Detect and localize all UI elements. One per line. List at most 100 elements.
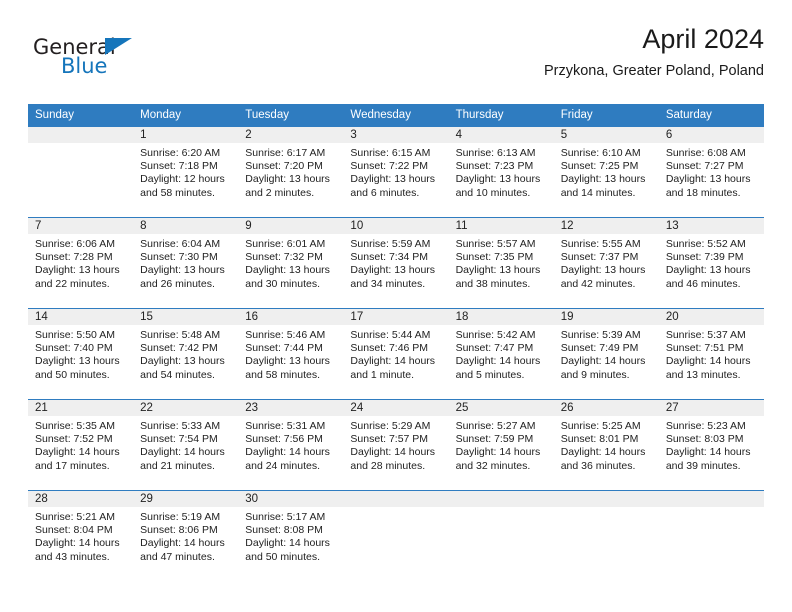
- calendar-week-row: 28 Sunrise: 5:21 AM Sunset: 8:04 PM Dayligh…: [28, 490, 764, 581]
- day-cell[interactable]: 6 Sunrise: 6:08 AM Sunset: 7:27 PM Daylight…: [658, 127, 764, 217]
- daylight-text: Daylight: 13 hours and 6 minutes.: [350, 173, 436, 199]
- day-details: Sunrise: 5:57 AM Sunset: 7:35 PM Daylight:…: [449, 234, 554, 291]
- calendar-cell: 27 Sunrise: 5:23 AM Sunset: 8:03 PM Dayligh…: [658, 399, 764, 491]
- day-cell[interactable]: 1 Sunrise: 6:20 AM Sunset: 7:18 PM Daylight…: [133, 127, 239, 217]
- sunset-text: Sunset: 7:57 PM: [350, 433, 429, 446]
- day-details: Sunrise: 6:01 AM Sunset: 7:32 PM Daylight:…: [238, 234, 343, 291]
- day-details: Sunrise: 5:39 AM Sunset: 7:49 PM Daylight:…: [554, 325, 659, 382]
- daylight-text: Daylight: 13 hours and 42 minutes.: [560, 264, 646, 290]
- day-details: Sunrise: 5:23 AM Sunset: 8:03 PM Daylight:…: [659, 416, 764, 473]
- sunrise-text: Sunrise: 5:19 AM: [140, 511, 221, 523]
- day-cell[interactable]: 20 Sunrise: 5:37 AM Sunset: 7:51 PM Dayligh…: [658, 309, 764, 399]
- day-cell[interactable]: 12 Sunrise: 5:55 AM Sunset: 7:37 PM Dayligh…: [553, 218, 659, 308]
- day-cell[interactable]: 28 Sunrise: 5:21 AM Sunset: 8:04 PM Dayligh…: [28, 491, 134, 581]
- day-cell[interactable]: 25 Sunrise: 5:27 AM Sunset: 7:59 PM Dayligh…: [448, 400, 554, 490]
- day-number: 20: [658, 309, 764, 325]
- sunrise-text: Sunrise: 5:37 AM: [665, 329, 746, 341]
- day-cell[interactable]: 26 Sunrise: 5:25 AM Sunset: 8:01 PM Dayligh…: [553, 400, 659, 490]
- day-cell[interactable]: 21 Sunrise: 5:35 AM Sunset: 7:52 PM Dayligh…: [28, 400, 134, 490]
- sunrise-text: Sunrise: 5:55 AM: [560, 238, 641, 250]
- day-cell[interactable]: 5 Sunrise: 6:10 AM Sunset: 7:25 PM Daylight…: [553, 127, 659, 217]
- day-cell[interactable]: 13 Sunrise: 5:52 AM Sunset: 7:39 PM Dayligh…: [658, 218, 764, 308]
- day-cell[interactable]: 27 Sunrise: 5:23 AM Sunset: 8:03 PM Dayligh…: [658, 400, 764, 490]
- day-cell[interactable]: 24 Sunrise: 5:29 AM Sunset: 7:57 PM Dayligh…: [343, 400, 449, 490]
- day-cell[interactable]: 8 Sunrise: 6:04 AM Sunset: 7:30 PM Daylight…: [133, 218, 239, 308]
- daylight-text: Daylight: 14 hours and 9 minutes.: [560, 355, 646, 381]
- day-details: Sunrise: 5:42 AM Sunset: 7:47 PM Daylight:…: [449, 325, 554, 382]
- sunrise-text: Sunrise: 6:20 AM: [140, 147, 221, 159]
- sunset-text: Sunset: 8:03 PM: [665, 433, 744, 446]
- weekday-header-saturday: Saturday: [658, 104, 764, 127]
- sunrise-text: Sunrise: 5:29 AM: [350, 420, 431, 432]
- calendar-cell: 20 Sunrise: 5:37 AM Sunset: 7:51 PM Dayligh…: [658, 308, 764, 400]
- day-cell[interactable]: 17 Sunrise: 5:44 AM Sunset: 7:46 PM Dayligh…: [343, 309, 449, 399]
- sunset-text: Sunset: 7:39 PM: [665, 251, 744, 264]
- day-cell[interactable]: 2 Sunrise: 6:17 AM Sunset: 7:20 PM Daylight…: [238, 127, 344, 217]
- day-cell[interactable]: 10 Sunrise: 5:59 AM Sunset: 7:34 PM Dayligh…: [343, 218, 449, 308]
- sunrise-text: Sunrise: 5:39 AM: [560, 329, 641, 341]
- daylight-text: Daylight: 13 hours and 46 minutes.: [665, 264, 751, 290]
- sunset-text: Sunset: 7:59 PM: [455, 433, 534, 446]
- day-cell-empty: [448, 491, 554, 581]
- day-details: Sunrise: 6:15 AM Sunset: 7:22 PM Daylight:…: [343, 143, 448, 200]
- sunset-text: Sunset: 7:20 PM: [245, 160, 323, 173]
- day-number: 5: [553, 127, 659, 143]
- weekday-header-monday: Monday: [133, 104, 239, 127]
- daylight-text: Daylight: 14 hours and 17 minutes.: [35, 446, 120, 472]
- sunrise-text: Sunrise: 5:42 AM: [455, 329, 536, 341]
- daylight-text: Daylight: 14 hours and 5 minutes.: [455, 355, 541, 381]
- sunrise-text: Sunrise: 5:57 AM: [455, 238, 536, 250]
- day-cell[interactable]: 30 Sunrise: 5:17 AM Sunset: 8:08 PM Dayligh…: [238, 491, 344, 581]
- day-number: 16: [238, 309, 344, 325]
- sunrise-text: Sunrise: 6:01 AM: [245, 238, 326, 250]
- day-cell[interactable]: 19 Sunrise: 5:39 AM Sunset: 7:49 PM Dayligh…: [553, 309, 659, 399]
- sunrise-text: Sunrise: 5:48 AM: [140, 329, 221, 341]
- day-cell[interactable]: 15 Sunrise: 5:48 AM Sunset: 7:42 PM Dayligh…: [133, 309, 239, 399]
- day-details: Sunrise: 6:10 AM Sunset: 7:25 PM Daylight:…: [554, 143, 659, 200]
- daylight-text: Daylight: 13 hours and 58 minutes.: [245, 355, 330, 381]
- day-cell[interactable]: 11 Sunrise: 5:57 AM Sunset: 7:35 PM Dayligh…: [448, 218, 554, 308]
- sunset-text: Sunset: 8:06 PM: [140, 524, 218, 537]
- sunset-text: Sunset: 7:49 PM: [560, 342, 639, 355]
- sunrise-text: Sunrise: 6:15 AM: [350, 147, 431, 159]
- weekday-header-sunday: Sunday: [28, 104, 134, 127]
- sunrise-text: Sunrise: 5:31 AM: [245, 420, 326, 432]
- sunrise-text: Sunrise: 5:33 AM: [140, 420, 221, 432]
- day-number: 23: [238, 400, 344, 416]
- calendar-cell: 3 Sunrise: 6:15 AM Sunset: 7:22 PM Daylight…: [343, 127, 449, 218]
- day-number: 7: [28, 218, 134, 234]
- day-details: Sunrise: 5:27 AM Sunset: 7:59 PM Daylight:…: [449, 416, 554, 473]
- day-cell[interactable]: 29 Sunrise: 5:19 AM Sunset: 8:06 PM Dayligh…: [133, 491, 239, 581]
- day-cell[interactable]: 23 Sunrise: 5:31 AM Sunset: 7:56 PM Dayligh…: [238, 400, 344, 490]
- day-cell[interactable]: 4 Sunrise: 6:13 AM Sunset: 7:23 PM Daylight…: [448, 127, 554, 217]
- general-blue-logo[interactable]: General Blue: [33, 36, 213, 86]
- sunset-text: Sunset: 7:22 PM: [350, 160, 429, 173]
- daylight-text: Daylight: 13 hours and 14 minutes.: [560, 173, 646, 199]
- title-block: April 2024 Przykona, Greater Poland, Pol…: [544, 22, 764, 80]
- day-cell[interactable]: 18 Sunrise: 5:42 AM Sunset: 7:47 PM Dayligh…: [448, 309, 554, 399]
- page-header: General Blue April 2024 Przykona, Greate…: [28, 22, 764, 98]
- day-details: Sunrise: 5:37 AM Sunset: 7:51 PM Daylight:…: [659, 325, 764, 382]
- calendar-cell: 2 Sunrise: 6:17 AM Sunset: 7:20 PM Daylight…: [238, 127, 344, 218]
- day-cell[interactable]: 9 Sunrise: 6:01 AM Sunset: 7:32 PM Daylight…: [238, 218, 344, 308]
- sunset-text: Sunset: 7:46 PM: [350, 342, 429, 355]
- day-cell[interactable]: 7 Sunrise: 6:06 AM Sunset: 7:28 PM Daylight…: [28, 218, 134, 308]
- day-cell[interactable]: 3 Sunrise: 6:15 AM Sunset: 7:22 PM Daylight…: [343, 127, 449, 217]
- day-cell[interactable]: 14 Sunrise: 5:50 AM Sunset: 7:40 PM Dayligh…: [28, 309, 134, 399]
- day-cell[interactable]: 16 Sunrise: 5:46 AM Sunset: 7:44 PM Dayligh…: [238, 309, 344, 399]
- calendar-cell: 14 Sunrise: 5:50 AM Sunset: 7:40 PM Dayligh…: [28, 308, 134, 400]
- logo-text-blue: Blue: [61, 54, 108, 78]
- weekday-header-friday: Friday: [553, 104, 659, 127]
- day-cell-empty: [343, 491, 449, 581]
- daylight-text: Daylight: 13 hours and 38 minutes.: [455, 264, 541, 290]
- calendar-body: 1 Sunrise: 6:20 AM Sunset: 7:18 PM Daylight…: [28, 127, 764, 581]
- calendar-cell: 9 Sunrise: 6:01 AM Sunset: 7:32 PM Daylight…: [238, 217, 344, 309]
- day-number: [28, 127, 134, 143]
- day-number: 24: [343, 400, 449, 416]
- sunrise-text: Sunrise: 5:50 AM: [35, 329, 115, 341]
- day-cell[interactable]: 22 Sunrise: 5:33 AM Sunset: 7:54 PM Dayligh…: [133, 400, 239, 490]
- daylight-text: Daylight: 14 hours and 24 minutes.: [245, 446, 330, 472]
- calendar-cell: 26 Sunrise: 5:25 AM Sunset: 8:01 PM Dayligh…: [553, 399, 659, 491]
- sunrise-text: Sunrise: 5:35 AM: [35, 420, 115, 432]
- calendar-cell: 12 Sunrise: 5:55 AM Sunset: 7:37 PM Dayligh…: [553, 217, 659, 309]
